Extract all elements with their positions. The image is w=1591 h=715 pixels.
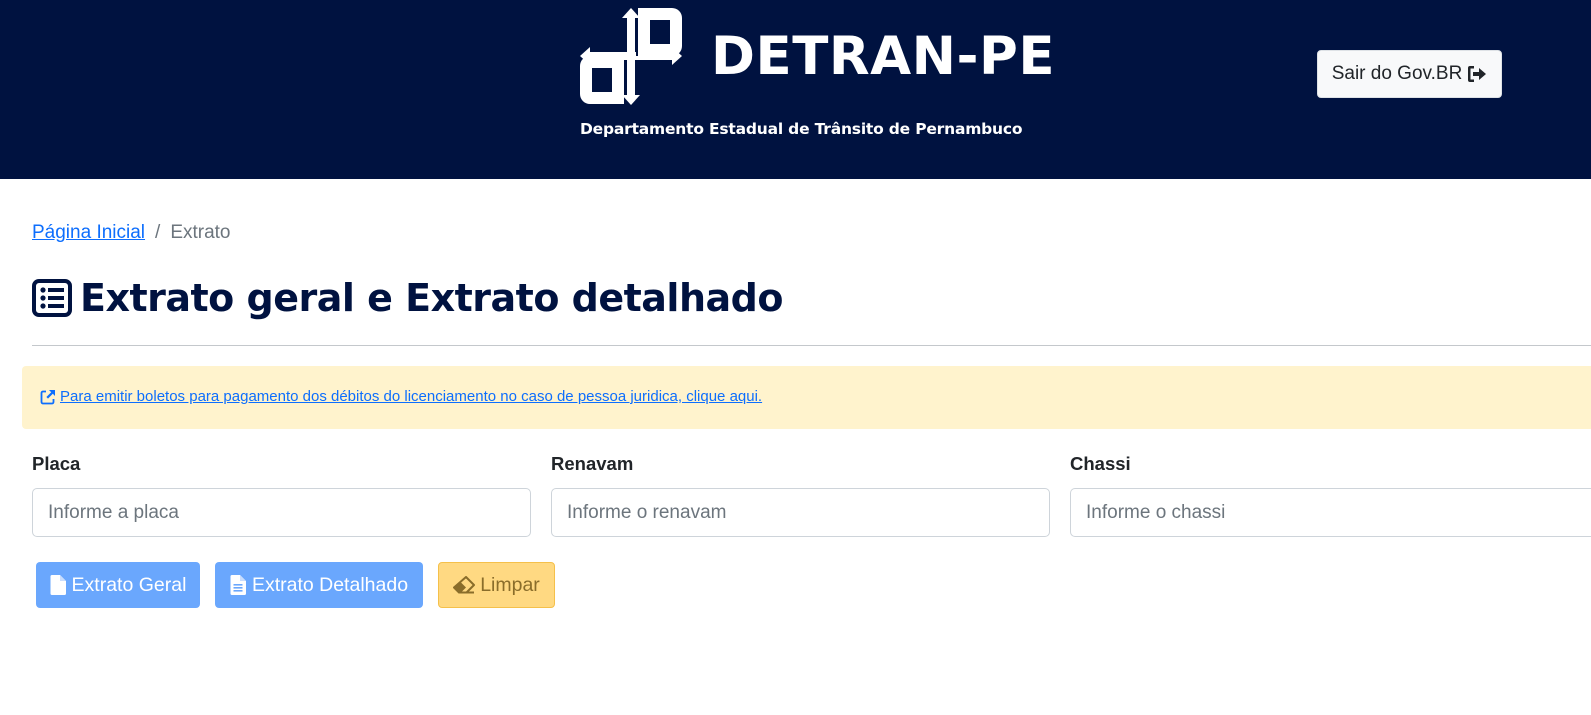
- chassi-label: Chassi: [1070, 453, 1131, 474]
- limpar-label: Limpar: [480, 573, 540, 596]
- extrato-geral-button[interactable]: Extrato Geral: [36, 562, 200, 608]
- breadcrumb: Página Inicial / Extrato: [32, 222, 231, 244]
- extrato-geral-label: Extrato Geral: [71, 573, 187, 596]
- eraser-icon: [453, 576, 476, 594]
- external-link-icon: [40, 389, 55, 404]
- page-title: Extrato geral e Extrato detalhado: [80, 276, 783, 320]
- renavam-input[interactable]: [551, 488, 1050, 537]
- detran-pe-logo: [580, 8, 682, 105]
- chassi-input[interactable]: [1070, 488, 1591, 537]
- breadcrumb-separator: /: [155, 222, 161, 243]
- page-title-wrap: Extrato geral e Extrato detalhado: [32, 276, 783, 320]
- brand-subtitle: Departamento Estadual de Trânsito de Per…: [580, 120, 1023, 138]
- breadcrumb-home-link[interactable]: Página Inicial: [32, 222, 145, 244]
- breadcrumb-current: Extrato: [170, 222, 231, 243]
- placa-label: Placa: [32, 453, 81, 474]
- pj-boleto-link[interactable]: Para emitir boletos para pagamento dos d…: [40, 388, 762, 405]
- limpar-button[interactable]: Limpar: [438, 562, 555, 608]
- renavam-label: Renavam: [551, 453, 634, 474]
- logout-label: Sair do Gov.BR: [1331, 63, 1463, 84]
- file-icon: [50, 575, 66, 595]
- pj-boleto-link-text: Para emitir boletos para pagamento dos d…: [60, 388, 763, 405]
- title-divider: [32, 345, 1591, 346]
- logout-button[interactable]: Sair do Gov.BR: [1317, 50, 1502, 98]
- list-icon: [32, 279, 72, 317]
- file-text-icon: [230, 575, 246, 595]
- sign-out-icon: [1468, 66, 1487, 82]
- site-header: DETRAN-PE Departamento Estadual de Trâns…: [0, 0, 1591, 179]
- brand-name: DETRAN-PE: [711, 26, 1056, 87]
- pj-boleto-alert: Para emitir boletos para pagamento dos d…: [22, 366, 1591, 429]
- extrato-detalhado-button[interactable]: Extrato Detalhado: [215, 562, 423, 608]
- extrato-detalhado-label: Extrato Detalhado: [251, 573, 409, 596]
- placa-input[interactable]: [32, 488, 531, 537]
